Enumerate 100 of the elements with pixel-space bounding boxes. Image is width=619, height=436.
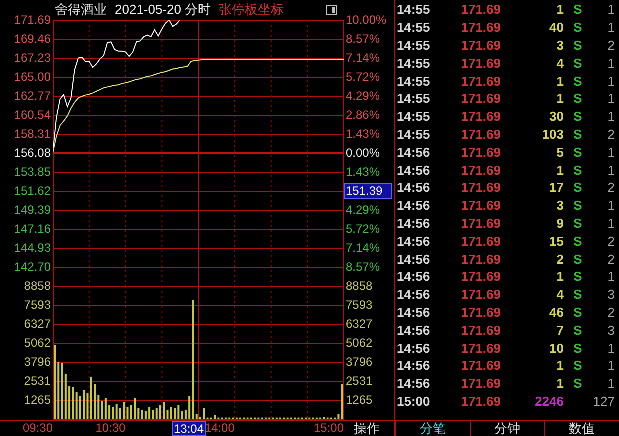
trade-volume: 1 xyxy=(556,359,564,372)
price-label: 158.31 xyxy=(14,128,51,140)
chart-date-mode: 2021-05-20 分时 xyxy=(115,1,212,20)
trade-side: S xyxy=(574,3,582,16)
percent-label: 1.43% xyxy=(345,128,380,140)
price-label: 144.93 xyxy=(14,242,51,254)
trade-side: S xyxy=(574,324,582,337)
panel-tab[interactable]: 分笔 xyxy=(395,421,470,436)
percent-label: 2.86% xyxy=(345,109,380,121)
trade-side: S xyxy=(574,92,582,106)
trade-side: S xyxy=(574,74,582,88)
panel-tab[interactable]: 分钟 xyxy=(470,421,544,436)
trade-count: 1 xyxy=(606,164,615,177)
trade-price: 171.69 xyxy=(460,270,501,284)
trade-count: 3 xyxy=(606,324,615,337)
trade-count: 2 xyxy=(606,234,615,248)
trade-count: 2 xyxy=(606,38,615,52)
trade-time: 14:55 xyxy=(396,21,432,34)
percent-label: 8.57% xyxy=(345,261,380,273)
price-label: 153.85 xyxy=(14,166,51,178)
stock-name: 舍得酒业 xyxy=(55,1,107,20)
trade-count: 1 xyxy=(606,342,615,355)
trade-time: 14:55 xyxy=(396,38,432,52)
volume-label: 6327 xyxy=(24,318,51,330)
trade-time: 14:55 xyxy=(396,110,432,124)
trade-side: S xyxy=(574,306,582,319)
trade-side: S xyxy=(574,128,582,141)
price-label: 151.62 xyxy=(14,185,51,197)
price-label: 160.54 xyxy=(14,109,51,121)
price-label: 165.00 xyxy=(14,71,51,83)
percent-label: 8.57% xyxy=(345,33,380,45)
trade-count: 2 xyxy=(606,252,615,266)
trade-side: S xyxy=(574,199,582,212)
trade-volume: 2246 xyxy=(534,394,564,408)
trade-volume: 3 xyxy=(556,199,564,212)
time-label: 15:00 xyxy=(314,422,344,434)
volume-label: 7593 xyxy=(345,299,373,311)
trade-count: 1 xyxy=(606,359,615,372)
trade-count: 1 xyxy=(606,216,615,230)
trade-price: 171.69 xyxy=(460,146,501,159)
trade-side: S xyxy=(574,21,582,34)
price-label: 156.08 xyxy=(14,147,51,159)
trade-price: 171.69 xyxy=(460,394,501,408)
panel-tab[interactable]: 数值 xyxy=(544,421,619,436)
trade-volume: 40 xyxy=(548,21,564,34)
trade-price: 171.69 xyxy=(460,181,501,194)
cursor-price-label: 151.39 xyxy=(344,183,392,199)
percent-label: 7.14% xyxy=(345,242,380,254)
percent-label: 0.00% xyxy=(345,147,380,159)
trade-price: 171.69 xyxy=(460,324,501,337)
percent-label: 4.29% xyxy=(345,204,380,216)
time-label: 14:00 xyxy=(204,422,235,434)
trade-price: 171.69 xyxy=(460,199,501,212)
trade-volume: 1 xyxy=(556,92,564,106)
trade-count: 1 xyxy=(606,74,615,88)
volume-label: 1265 xyxy=(24,394,51,406)
trade-price: 171.69 xyxy=(460,342,501,355)
trade-price: 171.69 xyxy=(460,164,501,177)
trade-volume: 46 xyxy=(548,306,564,319)
trade-price: 171.69 xyxy=(460,38,501,52)
trade-volume: 1 xyxy=(556,164,564,177)
trade-count: 2 xyxy=(606,181,615,194)
trade-time: 15:00 xyxy=(396,394,432,408)
trade-count: 127 xyxy=(592,394,615,408)
trade-side: S xyxy=(574,146,582,159)
trade-volume: 1 xyxy=(556,270,564,284)
trade-time: 14:56 xyxy=(396,288,432,302)
trade-volume: 1 xyxy=(556,3,564,16)
volume-label: 1265 xyxy=(345,394,373,406)
trade-volume: 103 xyxy=(541,128,564,141)
percent-label: 10.00% xyxy=(345,14,387,26)
window-icon[interactable] xyxy=(326,5,337,15)
trade-side: S xyxy=(574,288,582,302)
price-label: 147.16 xyxy=(14,223,51,235)
trade-time: 14:56 xyxy=(396,146,432,159)
volume-label: 5062 xyxy=(345,337,373,349)
trade-price: 171.69 xyxy=(460,234,501,248)
trade-time: 14:56 xyxy=(396,359,432,372)
trade-side: S xyxy=(574,181,582,194)
price-label: 142.70 xyxy=(14,261,51,273)
trade-time: 14:56 xyxy=(396,306,432,319)
trade-count: 1 xyxy=(606,21,615,34)
trade-volume: 5 xyxy=(556,146,564,159)
trade-time: 14:55 xyxy=(396,74,432,88)
trade-price: 171.69 xyxy=(460,21,501,34)
trade-price: 171.69 xyxy=(460,252,501,266)
trade-side: S xyxy=(574,234,582,248)
volume-label: 3796 xyxy=(345,356,373,368)
trade-time: 14:56 xyxy=(396,342,432,355)
trade-time: 14:56 xyxy=(396,216,432,230)
trade-time: 14:56 xyxy=(396,234,432,248)
trade-count: 1 xyxy=(606,270,615,284)
trade-volume: 1 xyxy=(556,377,564,390)
volume-label: 2531 xyxy=(345,375,373,387)
volume-label: 8858 xyxy=(345,280,373,292)
operate-button[interactable]: 操作 xyxy=(354,422,380,435)
time-label: 10:30 xyxy=(96,422,126,434)
trade-side: S xyxy=(574,216,582,230)
cursor-time-label: 13:04 xyxy=(172,421,206,436)
percent-label: 1.43% xyxy=(345,166,380,178)
